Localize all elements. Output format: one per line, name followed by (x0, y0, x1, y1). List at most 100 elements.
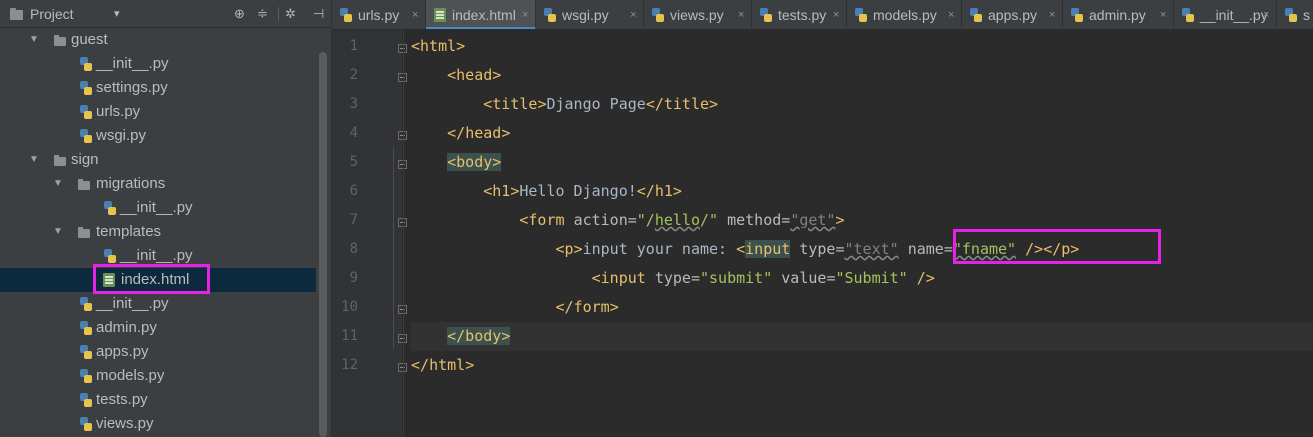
highlight-box-index-html (93, 264, 210, 294)
tree-item-label: apps.py (96, 343, 149, 360)
code-line[interactable]: <body> (411, 148, 1313, 177)
expand-arrow-icon[interactable]: ▼ (29, 28, 39, 52)
tree-item-label: views.py (96, 415, 154, 432)
line-number: 2 (349, 67, 358, 83)
project-tool-window: Project ▾ ⊕ ≑ ✲ ⊣ ▼ guest __init__.py setti… (0, 0, 331, 437)
close-icon[interactable]: × (522, 0, 528, 29)
tree-file-row[interactable]: views.py (0, 412, 316, 436)
target-icon[interactable]: ⊕ (234, 0, 245, 28)
html-file-icon (434, 8, 446, 22)
editor-tab[interactable]: urls.py × (332, 0, 426, 29)
editor-tab[interactable]: admin.py × (1063, 0, 1174, 29)
editor-tab[interactable]: models.py × (847, 0, 962, 29)
close-icon[interactable]: × (1049, 0, 1055, 29)
close-icon[interactable]: × (833, 0, 839, 29)
expand-arrow-icon[interactable]: ▼ (29, 148, 39, 172)
tree-file-row[interactable]: __init__.py (0, 292, 316, 316)
editor-gutter: 1 2 3 4 5 6 7 8 9 10 11 12 (332, 30, 407, 437)
line-number: 10 (341, 299, 358, 315)
editor-tab-bar: urls.py × index.html × wsgi.py × views.py × test… (332, 0, 1313, 30)
python-file-icon (80, 81, 92, 95)
code-line[interactable]: <html> (411, 32, 1313, 61)
python-file-icon (80, 57, 92, 71)
chevron-down-icon[interactable]: ▾ (114, 0, 120, 28)
tree-item-label: __init__.py (96, 295, 169, 312)
code-area[interactable]: <html> <head> <title>Django Page</title>… (411, 30, 1313, 437)
tree-file-row[interactable]: wsgi.py (0, 124, 316, 148)
tab-label: s (1303, 7, 1310, 23)
close-icon[interactable]: × (1263, 0, 1269, 29)
tree-file-row[interactable]: settings.py (0, 76, 316, 100)
editor-tab[interactable]: views.py × (644, 0, 752, 29)
editor-tab[interactable]: __init__.py × (1174, 0, 1277, 29)
python-file-icon (80, 129, 92, 143)
line-number: 11 (341, 328, 358, 344)
expand-arrow-icon[interactable]: ▼ (53, 172, 63, 196)
gear-icon[interactable]: ✲ (285, 0, 296, 28)
editor-tab[interactable]: tests.py × (752, 0, 847, 29)
python-file-icon (80, 105, 92, 119)
highlight-box-name-attribute (953, 229, 1161, 264)
editor-tab[interactable]: s (1277, 0, 1313, 29)
editor-tab[interactable]: wsgi.py × (536, 0, 644, 29)
tab-label: models.py (873, 7, 937, 23)
tree-file-row[interactable]: __init__.py (0, 52, 316, 76)
close-icon[interactable]: × (630, 0, 636, 29)
code-line-text: </html> (411, 356, 475, 374)
code-line[interactable]: </body> (411, 322, 1313, 351)
collapse-icon[interactable]: ≑ (257, 0, 268, 28)
tree-folder-row[interactable]: ▼ migrations (0, 172, 316, 196)
python-file-icon (80, 297, 92, 311)
tree-file-row[interactable]: urls.py (0, 100, 316, 124)
tree-folder-row[interactable]: ▼ guest (0, 28, 316, 52)
tree-folder-row[interactable]: ▼ templates (0, 220, 316, 244)
code-line-text: <html> (411, 37, 466, 55)
python-file-icon (1285, 8, 1297, 22)
code-line[interactable]: <title>Django Page</title> (411, 90, 1313, 119)
code-line[interactable]: </html> (411, 351, 1313, 380)
editor-tab[interactable]: apps.py × (962, 0, 1063, 29)
python-file-icon (80, 417, 92, 431)
project-scroll-thumb[interactable] (319, 52, 327, 437)
tree-item-label: migrations (96, 175, 166, 192)
tree-item-label: __init__.py (120, 199, 193, 216)
code-line[interactable]: </form> (411, 293, 1313, 322)
tree-file-row[interactable]: models.py (0, 364, 316, 388)
tree-item-label: wsgi.py (96, 127, 147, 144)
close-icon[interactable]: × (412, 0, 418, 29)
code-line[interactable]: </head> (411, 119, 1313, 148)
project-toolbar: Project ▾ ⊕ ≑ ✲ ⊣ (0, 0, 331, 28)
tree-item-label: settings.py (96, 79, 168, 96)
close-icon[interactable]: × (948, 0, 954, 29)
close-icon[interactable]: × (1160, 0, 1166, 29)
tree-folder-row[interactable]: ▼ sign (0, 148, 316, 172)
hide-icon[interactable]: ⊣ (313, 0, 324, 28)
project-view-selector[interactable]: Project (30, 0, 74, 28)
tree-file-row[interactable]: __init__.py (0, 196, 316, 220)
code-line-text: </form> (555, 298, 619, 316)
line-number: 1 (349, 38, 358, 54)
python-file-icon (80, 393, 92, 407)
line-number: 4 (349, 125, 358, 141)
python-file-icon (80, 345, 92, 359)
expand-arrow-icon[interactable]: ▼ (53, 220, 63, 244)
editor-pane: urls.py × index.html × wsgi.py × views.py × test… (331, 0, 1313, 437)
tree-item-label: models.py (96, 367, 165, 384)
tree-file-row[interactable]: apps.py (0, 340, 316, 364)
tab-label: wsgi.py (562, 7, 609, 23)
tab-label: __init__.py (1200, 7, 1268, 23)
code-line[interactable]: <h1>Hello Django!</h1> (411, 177, 1313, 206)
code-line[interactable]: <p>input your name: <input type="text" n… (411, 235, 1313, 264)
code-line[interactable]: <input type="submit" value="Submit" /> (411, 264, 1313, 293)
line-number: 7 (349, 212, 358, 228)
tree-file-row[interactable]: tests.py (0, 388, 316, 412)
line-number: 6 (349, 183, 358, 199)
close-icon[interactable]: × (738, 0, 744, 29)
editor-tab[interactable]: index.html × (426, 0, 536, 29)
code-line-text: </head> (447, 124, 511, 142)
code-line[interactable]: <form action="/hello/" method="get"> (411, 206, 1313, 235)
python-file-icon (970, 8, 982, 22)
code-line[interactable]: <head> (411, 61, 1313, 90)
tree-file-row[interactable]: admin.py (0, 316, 316, 340)
python-file-icon (544, 8, 556, 22)
